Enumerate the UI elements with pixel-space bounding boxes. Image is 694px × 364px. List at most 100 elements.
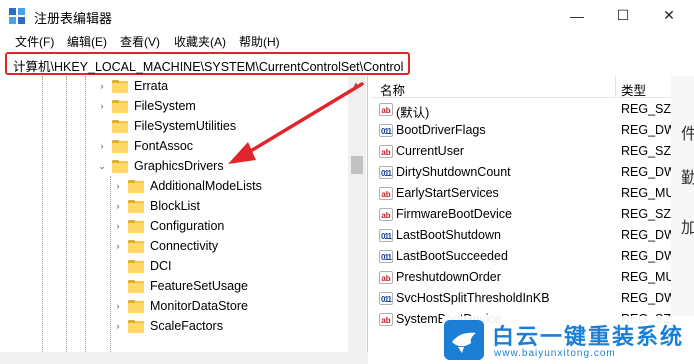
string-value-icon: ab [379,145,393,158]
folder-icon [112,119,128,133]
folder-icon [112,159,128,173]
background-text: 件 [681,126,694,143]
title-bar: 注册表编辑器 — ☐ ✕ [0,0,694,31]
expand-chevron-icon[interactable]: › [112,220,124,232]
value-type: REG_SZ [621,207,671,221]
string-value-icon: ab [379,208,393,221]
string-value-icon: ab [379,313,393,326]
tree-item-errata[interactable]: › Errata [96,76,169,96]
tree-item-scalefactors[interactable]: › ScaleFactors [112,316,223,336]
value-row[interactable]: ab CurrentUser REG_SZ [371,141,671,162]
value-name: (默认) [396,106,430,120]
string-value-icon: ab [379,103,393,116]
column-header-name[interactable]: 名称 [380,80,405,99]
folder-icon [128,239,144,253]
dword-value-icon: 011 [379,292,393,305]
column-divider[interactable] [615,76,616,98]
menu-favorites[interactable]: 收藏夹(A) [174,33,226,50]
tree-item-configuration[interactable]: › Configuration [112,216,225,236]
folder-icon [128,179,144,193]
tree-guide-line [110,176,111,364]
menu-help[interactable]: 帮助(H) [239,33,280,50]
bird-logo-icon [444,320,484,360]
watermark: 白云一键重装系统 www.baiyunxitong.com [442,316,694,364]
value-type: REG_DW [621,123,671,137]
expand-chevron-icon[interactable]: › [96,100,108,112]
watermark-url: www.baiyunxitong.com [494,348,616,359]
menu-file[interactable]: 文件(F) [15,33,54,50]
menu-bar: 文件(F) 编辑(E) 查看(V) 收藏夹(A) 帮助(H) [0,31,694,51]
tree-guide-line [66,76,67,364]
value-row[interactable]: ab EarlyStartServices REG_MU [371,183,671,204]
tree-item-label: AdditionalModeLists [150,179,262,193]
menu-edit[interactable]: 编辑(E) [67,33,107,50]
value-row[interactable]: ab (默认) REG_SZ [371,99,671,120]
value-row[interactable]: ab FirmwareBootDevice REG_SZ [371,204,671,225]
scroll-up-arrow-icon[interactable]: ▲ [352,80,360,89]
expand-chevron-icon[interactable]: › [96,80,108,92]
expand-chevron-icon[interactable]: › [112,320,124,332]
address-path[interactable]: 计算机\HKEY_LOCAL_MACHINE\SYSTEM\CurrentCon… [13,56,403,75]
tree-vertical-scrollbar[interactable]: ▲ [348,76,366,364]
expand-chevron-icon [112,260,124,272]
column-header-type[interactable]: 类型 [621,80,646,99]
tree-item-filesystem[interactable]: › FileSystem [96,96,196,116]
tree-horizontal-scrollbar[interactable] [0,352,368,364]
value-row[interactable]: 011 DirtyShutdownCount REG_DW [371,162,671,183]
folder-icon [128,319,144,333]
value-name: EarlyStartServices [396,186,499,200]
menu-view[interactable]: 查看(V) [120,33,160,50]
value-type: REG_MU [621,270,671,284]
value-row[interactable]: ab PreshutdownOrder REG_MU [371,267,671,288]
value-row[interactable]: 011 LastBootShutdown REG_DW [371,225,671,246]
value-row[interactable]: 011 SvcHostSplitThresholdInKB REG_DW [371,288,671,309]
collapse-chevron-icon[interactable]: ⌄ [96,160,108,172]
window-title: 注册表编辑器 [34,11,113,26]
background-text: 加 [681,220,694,237]
tree-item-filesystemutilities[interactable]: FileSystemUtilities [96,116,236,136]
expand-chevron-icon[interactable]: › [96,140,108,152]
tree-guide-line [42,76,43,364]
value-name: LastBootSucceeded [396,249,508,263]
tree-item-label: DCI [150,259,172,273]
value-name: CurrentUser [396,144,465,158]
registry-editor-icon [9,8,25,24]
tree-item-label: BlockList [150,199,201,213]
tree-item-label: Configuration [150,219,225,233]
tree-item-additionalmodelists[interactable]: › AdditionalModeLists [112,176,262,196]
tree-item-label: FileSystem [134,99,196,113]
tree-item-dci[interactable]: DCI [112,256,172,276]
value-name: LastBootShutdown [396,228,501,242]
tree-item-featuresetusage[interactable]: FeatureSetUsage [112,276,248,296]
tree-item-label: MonitorDataStore [150,299,248,313]
expand-chevron-icon [112,280,124,292]
value-name: PreshutdownOrder [396,270,501,284]
folder-icon [112,79,128,93]
value-row[interactable]: 011 LastBootSucceeded REG_DW [371,246,671,267]
address-bar[interactable]: 计算机\HKEY_LOCAL_MACHINE\SYSTEM\CurrentCon… [5,52,410,75]
value-name: BootDriverFlags [396,123,486,137]
maximize-button[interactable]: ☐ [600,0,646,31]
value-type: REG_SZ [621,102,671,116]
tree-item-graphicsdrivers[interactable]: ⌄ GraphicsDrivers [96,156,223,176]
expand-chevron-icon[interactable]: › [112,180,124,192]
value-row[interactable]: 011 BootDriverFlags REG_DW [371,120,671,141]
folder-icon [112,139,128,153]
tree-item-connectivity[interactable]: › Connectivity [112,236,219,256]
expand-chevron-icon[interactable]: › [112,240,124,252]
tree-item-label: FeatureSetUsage [150,279,248,293]
dword-value-icon: 011 [379,166,393,179]
close-button[interactable]: ✕ [646,0,692,31]
folder-icon [128,199,144,213]
tree-item-monitordatastore[interactable]: › MonitorDataStore [112,296,248,316]
expand-chevron-icon[interactable]: › [112,300,124,312]
scrollbar-thumb[interactable] [351,156,363,174]
tree-item-blocklist[interactable]: › BlockList [112,196,201,216]
tree-guide-line [85,76,86,364]
folder-icon [112,99,128,113]
minimize-button[interactable]: — [554,0,600,31]
value-type: REG_MU [621,186,671,200]
tree-item-fontassoc[interactable]: › FontAssoc [96,136,194,156]
value-name: SvcHostSplitThresholdInKB [396,291,550,305]
expand-chevron-icon[interactable]: › [112,200,124,212]
